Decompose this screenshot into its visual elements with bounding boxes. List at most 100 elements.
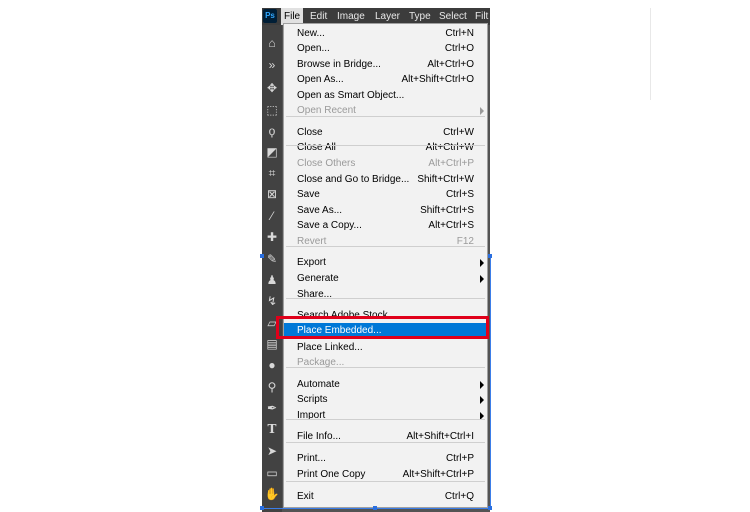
- menu-item-label: New...: [297, 28, 325, 39]
- dodge-icon[interactable]: ⚲: [264, 379, 280, 395]
- submenu-arrow-icon: [480, 259, 484, 267]
- menu-item-shortcut: Alt+Shift+Ctrl+O: [401, 74, 474, 85]
- menu-item-label: Open...: [297, 43, 330, 54]
- menu-separator: [286, 481, 485, 482]
- transform-handle[interactable]: [373, 506, 377, 510]
- menu-separator: [286, 116, 485, 117]
- menu-item-open-as-smart-object[interactable]: Open as Smart Object...: [284, 88, 487, 103]
- history-brush-icon[interactable]: ↯: [264, 293, 280, 309]
- tools-panel: ⌂» ✥ ⬚ ϙ ◩ ⌗ ⊠ ⁄ ✚ ✎ ♟ ↯ ▱ ▤ ● ⚲ ✒ T ➤ ▭ ✋: [262, 25, 282, 512]
- annotation-highlight-box: [276, 316, 489, 339]
- menu-item-save-a-copy[interactable]: Save a Copy... Alt+Ctrl+S: [284, 218, 487, 233]
- lasso-icon[interactable]: ϙ: [264, 123, 280, 139]
- menu-item-shortcut: Ctrl+Q: [444, 491, 474, 502]
- clone-stamp-icon[interactable]: ♟: [264, 272, 280, 288]
- menu-item-import[interactable]: Import: [284, 408, 487, 423]
- menu-item-shortcut: Ctrl+S: [445, 189, 474, 200]
- rectangle-icon[interactable]: ▭: [264, 465, 280, 481]
- menu-item-label: Save As...: [297, 205, 343, 216]
- menu-item-shortcut: Ctrl+W: [443, 127, 474, 138]
- menu-separator: [286, 298, 485, 299]
- transform-handle[interactable]: [260, 254, 264, 258]
- menu-item-label: Exit: [297, 491, 314, 502]
- menu-item-label: Automate: [297, 379, 340, 390]
- menu-item-label: Close All: [297, 142, 336, 153]
- menu-item-generate[interactable]: Generate: [284, 271, 487, 286]
- menu-item-shortcut: Ctrl+P: [445, 453, 474, 464]
- move-icon[interactable]: ✥: [264, 80, 280, 96]
- menu-item-automate[interactable]: Automate: [284, 377, 487, 392]
- transform-handle[interactable]: [260, 506, 264, 510]
- expand-icon[interactable]: »: [264, 57, 280, 73]
- menu-item-browse-in-bridge[interactable]: Browse in Bridge... Alt+Ctrl+O: [284, 57, 487, 72]
- menu-item-shortcut: Ctrl+N: [445, 28, 474, 39]
- menu-item-export[interactable]: Export: [284, 255, 487, 270]
- frame-icon[interactable]: ⊠: [264, 186, 280, 202]
- menu-separator: [286, 246, 485, 247]
- eyedropper-icon[interactable]: ⁄: [264, 208, 280, 224]
- menu-item-save-as[interactable]: Save As... Shift+Ctrl+S: [284, 203, 487, 218]
- home-icon[interactable]: ⌂: [264, 35, 280, 51]
- menu-item-save[interactable]: Save Ctrl+S: [284, 187, 487, 202]
- menu-separator: [286, 442, 485, 443]
- menu-item-shortcut: Alt+Ctrl+S: [428, 220, 474, 231]
- menu-item-shortcut: Ctrl+O: [444, 43, 474, 54]
- menu-item-label: Open as Smart Object...: [297, 90, 405, 101]
- menu-item-label: Close: [297, 127, 323, 138]
- menu-item-shortcut: Alt+Ctrl+P: [428, 158, 474, 169]
- menu-separator: [286, 145, 485, 146]
- healing-brush-icon[interactable]: ✚: [264, 229, 280, 245]
- menu-item-print-one-copy[interactable]: Print One Copy Alt+Shift+Ctrl+P: [284, 467, 487, 482]
- blur-icon[interactable]: ●: [264, 357, 280, 373]
- menu-item-share[interactable]: Share...: [284, 287, 487, 302]
- menu-item-shortcut: Shift+Ctrl+S: [420, 205, 474, 216]
- hand-icon[interactable]: ✋: [264, 486, 280, 502]
- marquee-icon[interactable]: ⬚: [264, 102, 280, 118]
- menu-item-close-and-go-to-bridge[interactable]: Close and Go to Bridge... Shift+Ctrl+W: [284, 172, 487, 187]
- menu-item-place-linked[interactable]: Place Linked...: [284, 340, 487, 355]
- menu-item-label: Generate: [297, 273, 339, 284]
- menu-item-label: Open As...: [297, 74, 344, 85]
- menu-item-label: Place Linked...: [297, 342, 363, 353]
- selection-edge-right: [490, 254, 491, 508]
- crop-icon[interactable]: ⌗: [264, 165, 280, 181]
- menu-item-label: Print One Copy: [297, 469, 366, 480]
- submenu-arrow-icon: [480, 107, 484, 115]
- menu-item-shortcut: Alt+Shift+Ctrl+P: [402, 469, 474, 480]
- menu-item-label: Close Others: [297, 158, 356, 169]
- transform-handle[interactable]: [488, 254, 492, 258]
- path-select-icon[interactable]: ➤: [264, 443, 280, 459]
- menu-item-label: Print...: [297, 453, 326, 464]
- menu-item-shortcut: Alt+Ctrl+W: [425, 142, 474, 153]
- submenu-arrow-icon: [480, 275, 484, 283]
- menu-item-label: Export: [297, 257, 326, 268]
- submenu-arrow-icon: [480, 381, 484, 389]
- menu-item-new[interactable]: New... Ctrl+N: [284, 26, 487, 41]
- menu-item-shortcut: Shift+Ctrl+W: [417, 174, 474, 185]
- brush-icon[interactable]: ✎: [264, 251, 280, 267]
- menu-item-label: Share...: [297, 289, 333, 300]
- file-menu-dropdown: New... Ctrl+N Open... Ctrl+O Browse in Bridg…: [283, 23, 488, 508]
- menu-item-exit[interactable]: Exit Ctrl+Q: [284, 489, 487, 504]
- menu-item-label: Save: [297, 189, 320, 200]
- menu-item-open-as[interactable]: Open As... Alt+Shift+Ctrl+O: [284, 72, 487, 87]
- menu-item-label: Scripts: [297, 394, 328, 405]
- menu-item-close[interactable]: Close Ctrl+W: [284, 125, 487, 140]
- menu-separator: [286, 367, 485, 368]
- menu-item-scripts[interactable]: Scripts: [284, 392, 487, 407]
- menu-item-label: Close and Go to Bridge...: [297, 174, 410, 185]
- menu-separator: [286, 419, 485, 420]
- menu-item-shortcut: Alt+Ctrl+O: [427, 59, 474, 70]
- background-divider: [650, 8, 651, 100]
- photoshop-logo: Ps: [263, 9, 277, 23]
- transform-handle[interactable]: [488, 506, 492, 510]
- menu-item-label: Save a Copy...: [297, 220, 362, 231]
- object-select-icon[interactable]: ◩: [264, 144, 280, 160]
- pen-icon[interactable]: ✒: [264, 400, 280, 416]
- menu-item-close-all[interactable]: Close All Alt+Ctrl+W: [284, 140, 487, 155]
- menu-item-open[interactable]: Open... Ctrl+O: [284, 41, 487, 56]
- type-icon[interactable]: T: [264, 421, 280, 437]
- menu-item-print[interactable]: Print... Ctrl+P: [284, 451, 487, 466]
- menu-item-label: Browse in Bridge...: [297, 59, 381, 70]
- menu-item-close-others: Close Others Alt+Ctrl+P: [284, 156, 487, 171]
